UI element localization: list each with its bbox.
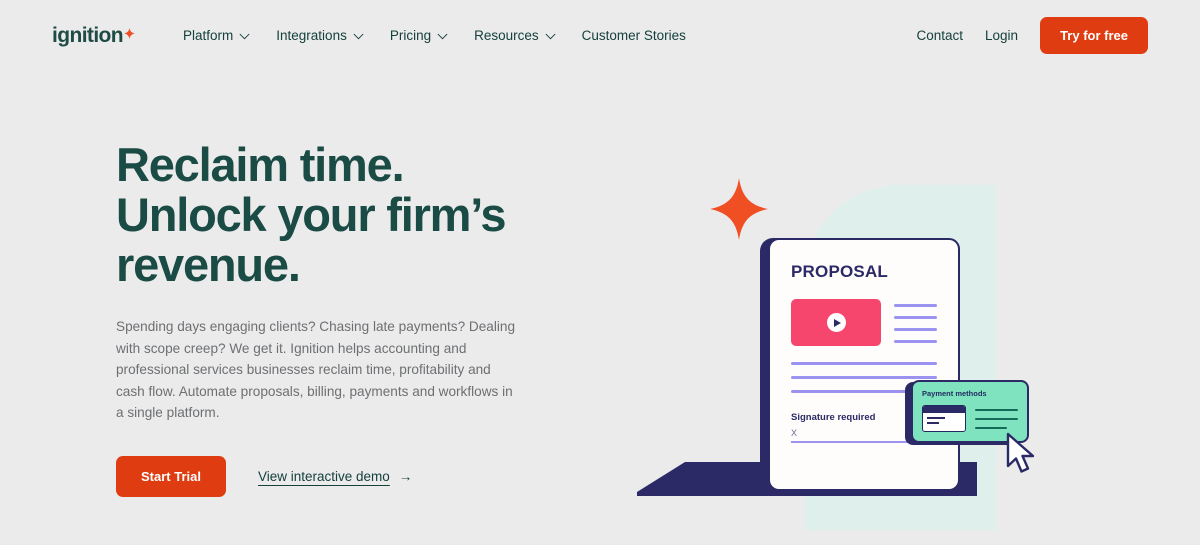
chevron-down-icon bbox=[239, 28, 250, 43]
view-interactive-demo-link[interactable]: View interactive demo → bbox=[258, 469, 412, 484]
payment-methods-title: Payment methods bbox=[922, 389, 987, 398]
nav-item-label: Resources bbox=[474, 27, 539, 43]
credit-card-icon bbox=[922, 405, 966, 432]
nav-item-login[interactable]: Login bbox=[985, 28, 1018, 43]
payment-text-lines bbox=[975, 405, 1018, 429]
arrow-right-icon: → bbox=[398, 468, 413, 484]
text-line bbox=[975, 427, 1008, 429]
nav-item-resources[interactable]: Resources bbox=[474, 28, 556, 43]
nav-item-integrations[interactable]: Integrations bbox=[276, 28, 364, 43]
hero-illustration: PROPOSAL Signature required X Payment me… bbox=[620, 150, 1080, 545]
play-button-icon bbox=[826, 313, 846, 332]
text-bar bbox=[894, 316, 937, 319]
headline-line-1: Reclaim time. bbox=[116, 138, 405, 191]
chevron-down-icon bbox=[353, 28, 364, 43]
hero-paragraph: Spending days engaging clients? Chasing … bbox=[116, 319, 516, 420]
page-title: Reclaim time. Unlock your firm’s revenue… bbox=[116, 140, 586, 290]
proposal-document: PROPOSAL Signature required X bbox=[768, 238, 960, 491]
text-line bbox=[975, 409, 1018, 411]
text-bar bbox=[894, 340, 937, 343]
text-bar bbox=[791, 376, 937, 379]
payment-card-body bbox=[922, 405, 1018, 432]
nav-item-label: Customer Stories bbox=[581, 27, 686, 43]
nav-item-label: Integrations bbox=[276, 27, 347, 43]
hero-content: Reclaim time. Unlock your firm’s revenue… bbox=[116, 140, 586, 497]
four-point-star-icon bbox=[710, 178, 768, 245]
document-title: PROPOSAL bbox=[791, 262, 889, 281]
try-for-free-button[interactable]: Try for free bbox=[1040, 16, 1148, 54]
hero-page: ignition Platform Integrations Pricing R… bbox=[0, 0, 1200, 545]
nav-item-platform[interactable]: Platform bbox=[183, 28, 250, 43]
logo[interactable]: ignition bbox=[52, 23, 136, 47]
nav-right-group: Contact Login Try for free bbox=[917, 16, 1148, 54]
nav-item-customer-stories[interactable]: Customer Stories bbox=[582, 28, 686, 43]
document-media-row bbox=[791, 299, 937, 346]
text-bar bbox=[894, 328, 937, 331]
headline-line-3: revenue. bbox=[116, 238, 301, 291]
chevron-down-icon bbox=[545, 28, 556, 43]
start-trial-button[interactable]: Start Trial bbox=[116, 455, 226, 497]
text-bar bbox=[894, 304, 937, 307]
nav-links: Platform Integrations Pricing Resources bbox=[183, 28, 686, 43]
video-thumbnail[interactable] bbox=[791, 299, 881, 346]
demo-link-label: View interactive demo bbox=[257, 468, 390, 484]
nav-item-label: Pricing bbox=[389, 27, 432, 43]
top-navigation-bar: ignition Platform Integrations Pricing R… bbox=[0, 0, 1200, 70]
mouse-pointer-icon bbox=[1005, 432, 1039, 479]
nav-item-pricing[interactable]: Pricing bbox=[390, 28, 448, 43]
chevron-down-icon bbox=[437, 28, 448, 43]
text-bar bbox=[791, 362, 937, 365]
headline-line-2: Unlock your firm’s bbox=[116, 188, 507, 241]
four-point-star-icon bbox=[124, 26, 136, 44]
nav-item-label: Platform bbox=[183, 27, 234, 43]
logo-text: ignition bbox=[52, 23, 124, 47]
nav-item-contact[interactable]: Contact bbox=[917, 28, 964, 43]
document-text-bars bbox=[894, 299, 937, 346]
text-line bbox=[975, 418, 1018, 420]
hero-cta-row: Start Trial View interactive demo → bbox=[116, 455, 586, 497]
